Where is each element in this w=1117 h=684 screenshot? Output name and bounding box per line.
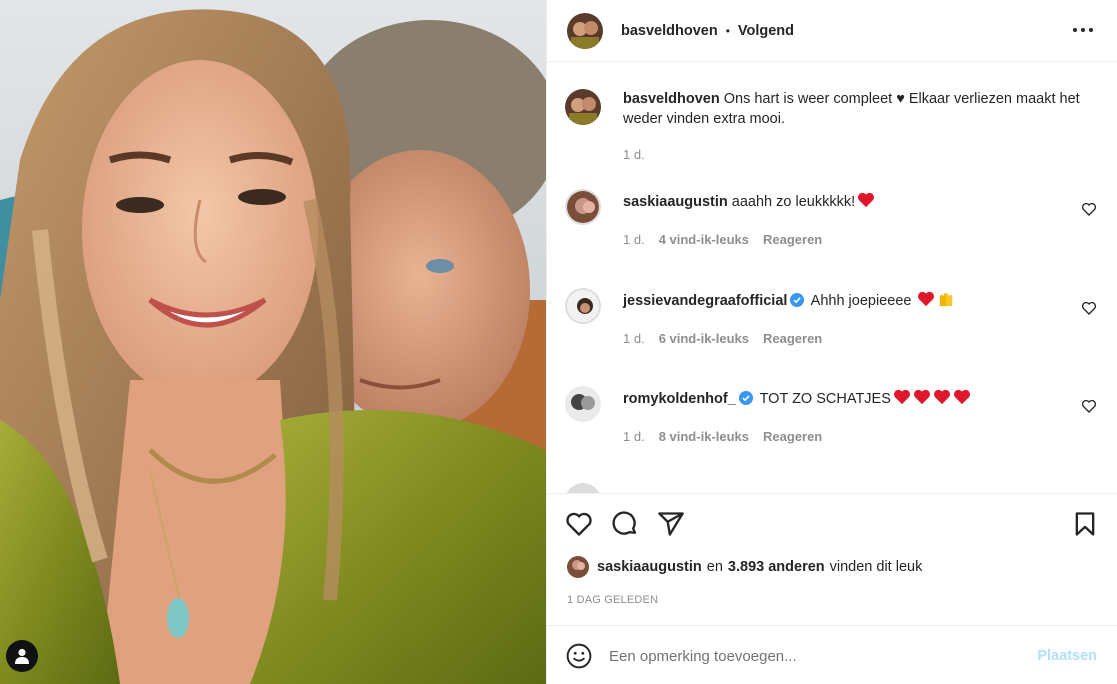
author-avatar[interactable] [565,89,601,125]
user-tag-button[interactable] [6,640,38,672]
comment-text: jessievandegraafofficial Ahhh joepieeee [623,291,1059,311]
comment-username[interactable]: jessievandegraafofficial [623,293,787,309]
share-icon[interactable] [657,510,685,538]
comment-body: TOT ZO SCHATJES [759,391,891,407]
comment-text: saskiaaugustin aaahh zo leukkkkk! [623,192,1059,212]
commenter-avatar[interactable] [565,189,601,225]
comment-age[interactable]: 1 d. [623,331,645,346]
comment-username[interactable]: romykoldenhof_ [623,391,736,407]
post-comment-button[interactable]: Plaatsen [1037,648,1097,664]
verified-badge-icon [738,391,753,405]
comment-body: Ahhh joepieeee [810,293,912,309]
bookmark-icon[interactable] [1071,510,1099,538]
post-details-panel: basveldhoven • Volgend basveldhoven Ons … [546,0,1117,684]
liker-avatar[interactable] [567,556,589,578]
photo-illustration [0,0,546,684]
comment-body: aaahh zo leukkkkk! [731,194,856,210]
caption-username[interactable]: basveldhoven [623,91,720,107]
comment-likes[interactable]: 6 vind-ik-leuks [659,331,749,346]
reply-button[interactable]: Reageren [763,429,822,444]
emoji-icon[interactable] [566,643,592,669]
like-comment-icon[interactable] [1081,201,1097,217]
comments-list[interactable]: basveldhoven Ons hart is weer compleet ♥… [547,63,1117,493]
comment-icon[interactable] [611,510,639,538]
post-timestamp[interactable]: 1 DAG GELEDEN [567,594,658,606]
more-options-button[interactable] [1071,18,1095,42]
likes-suffix: vinden dit leuk [829,559,923,575]
likes-count[interactable]: 3.893 anderen [728,559,825,575]
header-separator: • [725,23,730,38]
more-icon [1073,28,1093,32]
like-comment-icon[interactable] [1081,398,1097,414]
reply-button[interactable]: Reageren [763,232,822,247]
author-username[interactable]: basveldhoven [621,23,718,39]
raising-hands-icon [940,293,953,307]
post-photo[interactable] [0,0,546,684]
red-heart-icon [953,389,970,405]
red-heart-icon [858,192,875,208]
comment-likes[interactable]: 4 vind-ik-leuks [659,232,749,247]
user-tag-icon [15,648,29,664]
following-button[interactable]: Volgend [738,23,794,39]
author-avatar[interactable] [567,12,603,49]
comment-meta: 1 d. 6 vind-ik-leuks Reageren [623,331,822,346]
red-heart-icon [933,389,950,405]
caption-age[interactable]: 1 d. [623,147,645,162]
post-header: basveldhoven • Volgend [547,0,1117,62]
comment-age[interactable]: 1 d. [623,232,645,247]
commenter-avatar[interactable] [565,483,601,493]
caption-text: basveldhoven Ons hart is weer compleet ♥… [623,89,1099,129]
likes-connector: en [706,559,723,575]
post-actions [547,493,1117,553]
commenter-avatar[interactable] [565,386,601,422]
heart-icon[interactable] [565,510,593,538]
reply-button[interactable]: Reageren [763,331,822,346]
comment-input[interactable] [609,640,1009,672]
red-heart-icon [918,291,935,307]
verified-badge-icon [790,293,805,307]
red-heart-icon [913,389,930,405]
comment-meta: 1 d. 8 vind-ik-leuks Reageren [623,429,822,444]
comment-meta: 1 d. 4 vind-ik-leuks Reageren [623,232,822,247]
comment-composer: Plaatsen [547,625,1117,684]
likes-summary: saskiaaugustin en 3.893 anderen vinden d… [567,556,1097,578]
commenter-avatar[interactable] [565,288,601,324]
liker-username[interactable]: saskiaaugustin [597,559,702,575]
comment-text: romykoldenhof_ TOT ZO SCHATJES [623,389,1059,409]
comment-username[interactable]: saskiaaugustin [623,194,728,210]
caption-meta: 1 d. [623,147,645,162]
comment-likes[interactable]: 8 vind-ik-leuks [659,429,749,444]
comment-age[interactable]: 1 d. [623,429,645,444]
red-heart-icon [893,389,910,405]
like-comment-icon[interactable] [1081,300,1097,316]
